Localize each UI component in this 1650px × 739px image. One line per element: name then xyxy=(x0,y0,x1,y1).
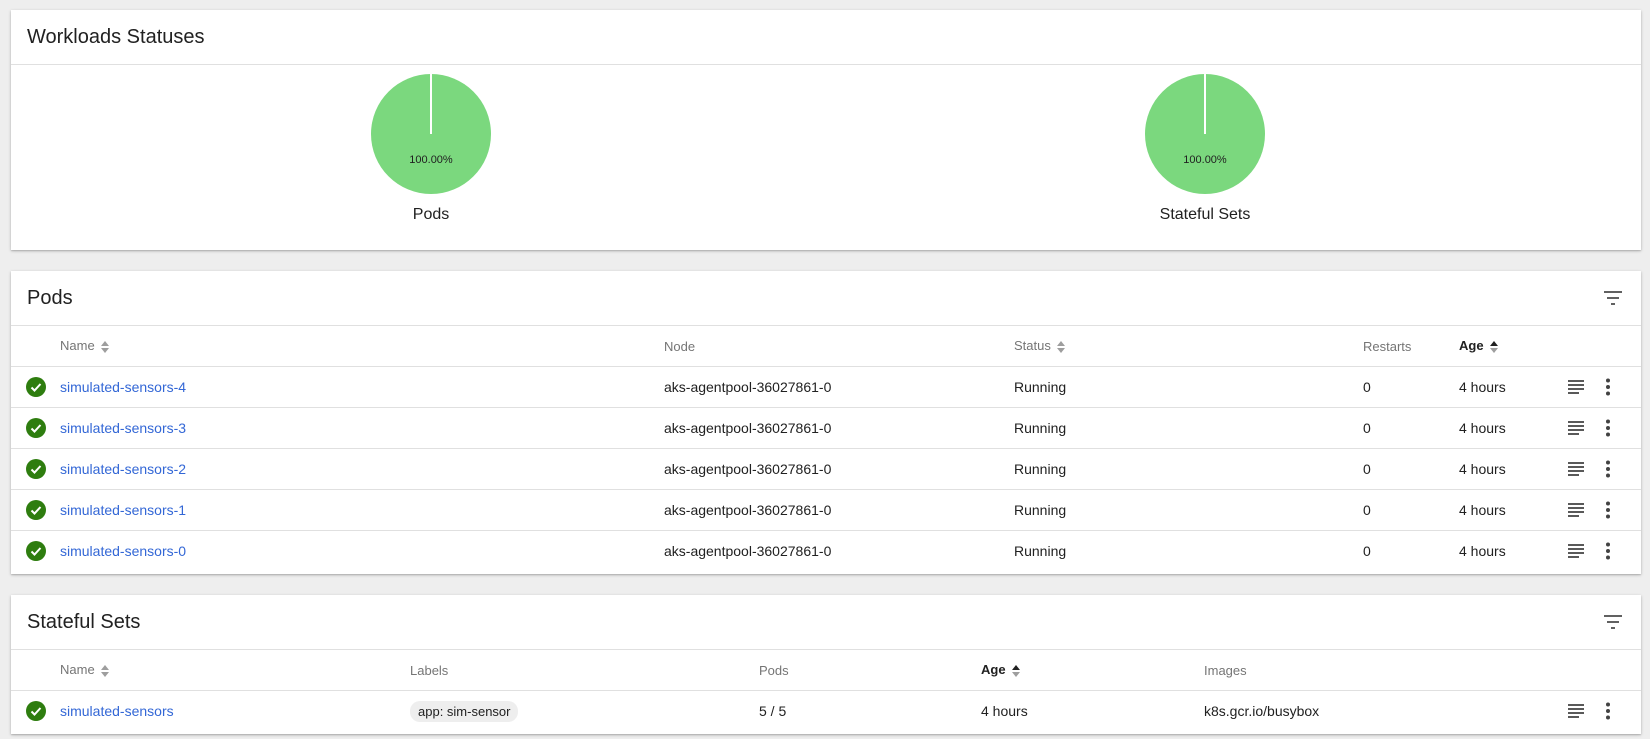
statefulsets-header: Stateful Sets xyxy=(11,595,1641,650)
pod-age: 4 hours xyxy=(1459,448,1567,490)
filter-list-icon[interactable] xyxy=(1601,610,1625,634)
pod-node: aks-agentpool-36027861-0 xyxy=(664,448,1014,490)
table-row: simulated-sensors-3 aks-agentpool-360278… xyxy=(11,407,1641,449)
pod-name-link[interactable]: simulated-sensors-4 xyxy=(60,379,186,395)
table-row: simulated-sensors app: sim-sensor 5 / 5 … xyxy=(11,691,1641,732)
sort-icon[interactable] xyxy=(1056,340,1066,354)
pods-pie-percent: 100.00% xyxy=(409,154,453,166)
pod-node: aks-agentpool-36027861-0 xyxy=(664,489,1014,531)
pod-restarts: 0 xyxy=(1363,543,1371,559)
workloads-title: Workloads Statuses xyxy=(27,25,205,48)
pod-restarts: 0 xyxy=(1363,489,1459,531)
pods-chart: 100.00% Pods xyxy=(331,72,531,224)
pod-status: Running xyxy=(1014,448,1363,490)
check-circle-icon xyxy=(26,500,46,520)
logs-icon[interactable] xyxy=(1567,380,1585,394)
statefulsets-col-name[interactable]: Name xyxy=(60,650,410,691)
table-row: simulated-sensors-1 aks-agentpool-360278… xyxy=(11,489,1641,531)
pods-header: Pods xyxy=(11,271,1641,326)
more-vert-icon[interactable] xyxy=(1605,501,1611,519)
pod-status: Running xyxy=(1014,543,1067,559)
pod-status: Running xyxy=(1014,407,1363,449)
statefulsets-title: Stateful Sets xyxy=(27,610,141,633)
more-vert-icon[interactable] xyxy=(1605,542,1611,560)
check-circle-icon xyxy=(26,541,46,561)
pods-col-name[interactable]: Name xyxy=(60,326,664,367)
more-vert-icon[interactable] xyxy=(1605,378,1611,396)
pod-name-link[interactable]: simulated-sensors-2 xyxy=(60,461,186,477)
statefulsets-table: Name Labels Pods Age Images simulated-se… xyxy=(11,650,1641,731)
statefulsets-col-labels: Labels xyxy=(410,650,759,691)
statefulset-name-link[interactable]: simulated-sensors xyxy=(60,703,174,719)
logs-icon[interactable] xyxy=(1567,421,1585,435)
more-vert-icon[interactable] xyxy=(1605,460,1611,478)
statefulsets-col-images: Images xyxy=(1204,650,1567,691)
pod-age: 4 hours xyxy=(1459,489,1567,531)
logs-icon[interactable] xyxy=(1567,544,1585,558)
pod-age: 4 hours xyxy=(1459,407,1567,449)
pod-node: aks-agentpool-36027861-0 xyxy=(664,407,1014,449)
pod-name-link[interactable]: simulated-sensors-1 xyxy=(60,502,186,518)
logs-icon[interactable] xyxy=(1567,462,1585,476)
table-row: simulated-sensors-4 aks-agentpool-360278… xyxy=(11,366,1641,408)
pod-restarts: 0 xyxy=(1363,366,1459,408)
pods-chart-label: Pods xyxy=(412,206,450,223)
pod-node: aks-agentpool-36027861-0 xyxy=(664,366,1014,408)
statefulset-pods: 5 / 5 xyxy=(759,703,787,719)
pod-node: aks-agentpool-36027861-0 xyxy=(664,543,832,559)
statefulsets-pie: 100.00% xyxy=(1145,74,1265,194)
statefulsets-pie-percent: 100.00% xyxy=(1183,154,1227,166)
pods-col-restarts: Restarts xyxy=(1363,326,1459,367)
more-vert-icon[interactable] xyxy=(1605,702,1611,720)
logs-icon[interactable] xyxy=(1567,503,1585,517)
statefulset-age: 4 hours xyxy=(981,703,1028,719)
label-chip: app: sim-sensor xyxy=(410,700,519,722)
pod-name-link[interactable]: simulated-sensors-3 xyxy=(60,420,186,436)
pods-title: Pods xyxy=(27,286,73,309)
pods-table: Name Node Status Restarts Age simulated-… xyxy=(11,326,1641,571)
pod-status: Running xyxy=(1014,366,1363,408)
workloads-statuses-card: Workloads Statuses 100.00% Pods 100.00% … xyxy=(11,10,1641,250)
check-circle-icon xyxy=(26,418,46,438)
sort-icon[interactable] xyxy=(100,664,110,678)
check-circle-icon xyxy=(26,459,46,479)
statefulsets-chart: 100.00% Stateful Sets xyxy=(1105,72,1305,224)
check-circle-icon xyxy=(26,701,46,721)
more-vert-icon[interactable] xyxy=(1605,419,1611,437)
sort-icon-active[interactable] xyxy=(1011,664,1021,678)
pods-col-age[interactable]: Age xyxy=(1459,326,1567,367)
pods-pie: 100.00% xyxy=(371,74,491,194)
statefulsets-col-pods: Pods xyxy=(759,650,981,691)
pod-age: 4 hours xyxy=(1459,543,1506,559)
pods-table-header-row: Name Node Status Restarts Age xyxy=(11,326,1641,367)
sort-icon-active[interactable] xyxy=(1489,340,1499,354)
statefulset-image: k8s.gcr.io/busybox xyxy=(1204,703,1320,719)
pods-card: Pods Name Node Status Restarts Age simul xyxy=(11,271,1641,574)
pods-col-node: Node xyxy=(664,326,1014,367)
table-row: simulated-sensors-2 aks-agentpool-360278… xyxy=(11,448,1641,490)
pod-status: Running xyxy=(1014,489,1363,531)
logs-icon[interactable] xyxy=(1567,704,1585,718)
table-row: simulated-sensors-0 aks-agentpool-360278… xyxy=(11,531,1641,572)
pod-age: 4 hours xyxy=(1459,366,1567,408)
pods-col-status[interactable]: Status xyxy=(1014,326,1363,367)
statefulsets-chart-label: Stateful Sets xyxy=(1159,206,1251,223)
pod-restarts: 0 xyxy=(1363,407,1459,449)
workloads-header: Workloads Statuses xyxy=(11,10,1641,65)
check-circle-icon xyxy=(26,377,46,397)
statefulsets-col-age[interactable]: Age xyxy=(981,650,1204,691)
pod-name-link[interactable]: simulated-sensors-0 xyxy=(60,543,186,559)
statefulsets-card: Stateful Sets Name Labels Pods Age Image… xyxy=(11,595,1641,734)
pod-restarts: 0 xyxy=(1363,448,1459,490)
statefulsets-table-header-row: Name Labels Pods Age Images xyxy=(11,650,1641,691)
filter-list-icon[interactable] xyxy=(1601,286,1625,310)
sort-icon[interactable] xyxy=(100,340,110,354)
